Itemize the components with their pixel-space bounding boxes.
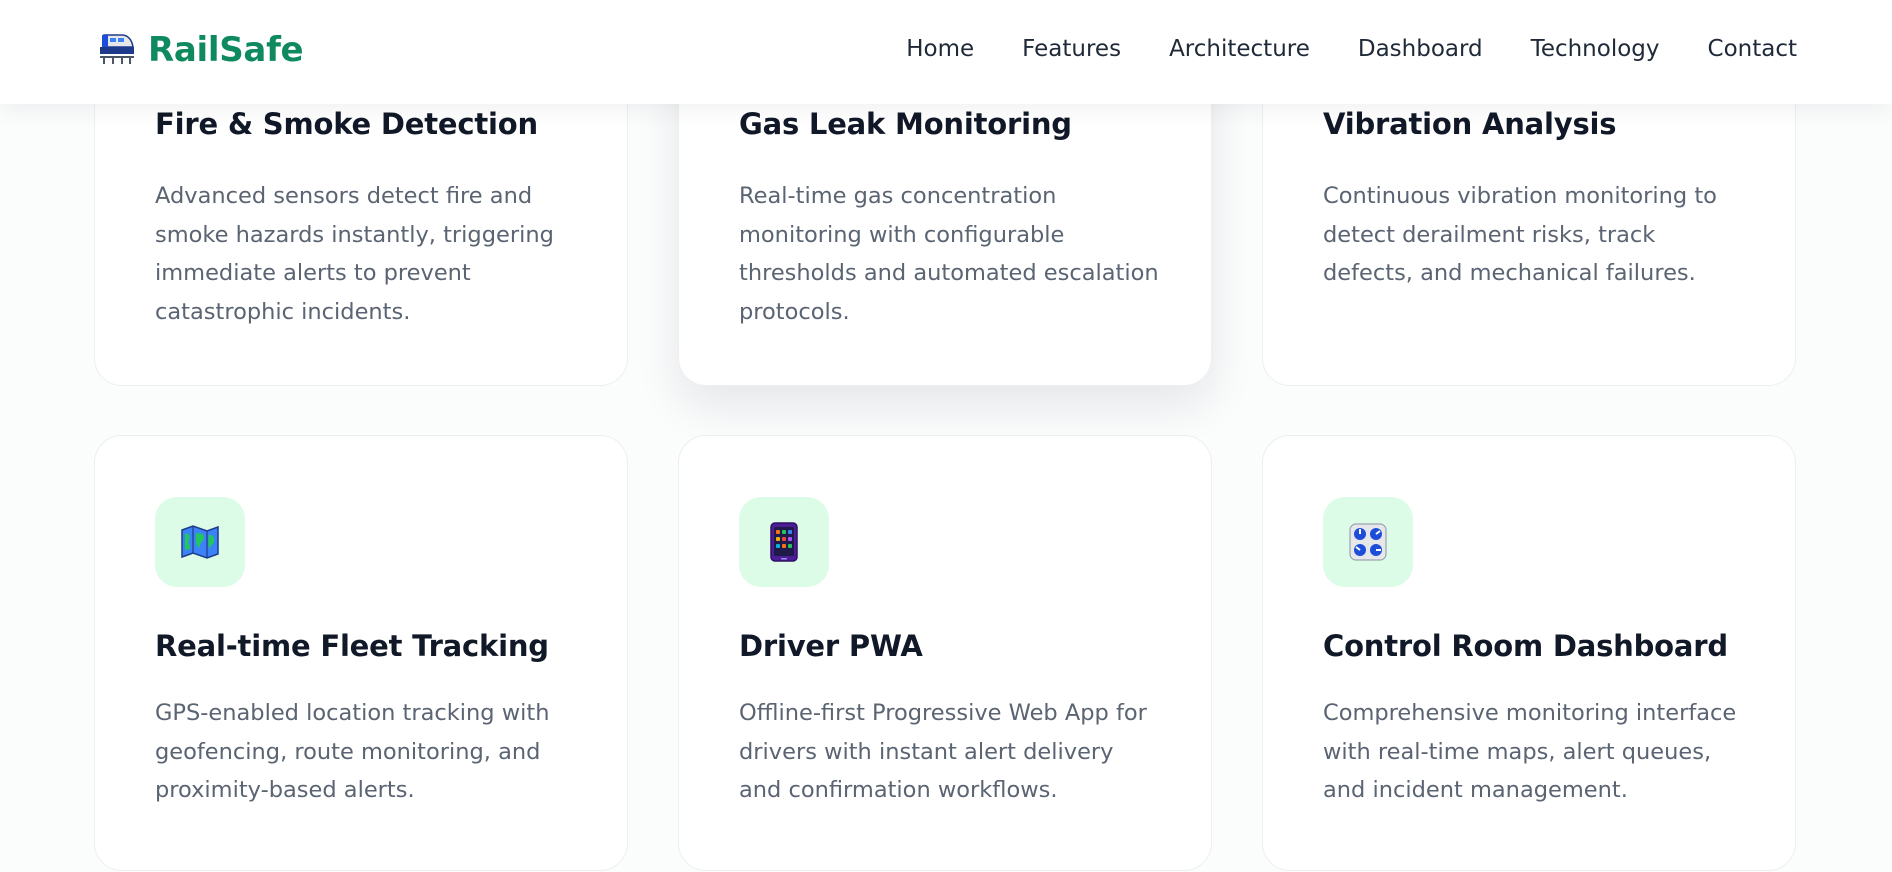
main-nav: Home Features Architecture Dashboard Tec… [906, 36, 1797, 62]
nav-link-home[interactable]: Home [906, 36, 974, 62]
feature-title: Control Room Dashboard [1323, 629, 1728, 663]
features-grid: Fire & Smoke Detection Advanced sensors … [0, 0, 1892, 872]
feature-card-fleet-tracking: Real-time Fleet Tracking GPS-enabled loc… [94, 435, 628, 871]
control-knobs-icon [1323, 497, 1413, 587]
feature-description: Continuous vibration monitoring to detec… [1323, 183, 1717, 286]
feature-description: Offline-first Progressive Web App for dr… [739, 700, 1147, 803]
feature-card-control-room: Control Room Dashboard Comprehensive mon… [1262, 435, 1796, 871]
feature-title: Real-time Fleet Tracking [155, 629, 549, 663]
nav-link-features[interactable]: Features [1022, 36, 1121, 62]
feature-description: Comprehensive monitoring interface with … [1323, 700, 1737, 803]
train-icon [98, 31, 136, 69]
feature-description: GPS-enabled location tracking with geofe… [155, 700, 550, 803]
feature-title: Vibration Analysis [1323, 107, 1617, 141]
feature-title: Driver PWA [739, 629, 923, 663]
feature-title: Fire & Smoke Detection [155, 107, 538, 141]
map-icon [155, 497, 245, 587]
brand-logo-link[interactable]: RailSafe [98, 30, 304, 70]
mobile-app-icon [739, 497, 829, 587]
feature-description: Advanced sensors detect fire and smoke h… [155, 183, 554, 325]
nav-link-dashboard[interactable]: Dashboard [1358, 36, 1483, 62]
feature-title: Gas Leak Monitoring [739, 107, 1072, 141]
nav-link-technology[interactable]: Technology [1531, 36, 1660, 62]
nav-link-architecture[interactable]: Architecture [1169, 36, 1310, 62]
top-navbar: RailSafe Home Features Architecture Dash… [0, 0, 1892, 104]
nav-link-contact[interactable]: Contact [1708, 36, 1797, 62]
brand-name: RailSafe [148, 30, 304, 70]
feature-description: Real-time gas concentration monitoring w… [739, 183, 1159, 325]
feature-card-driver-pwa: Driver PWA Offline-first Progressive Web… [678, 435, 1212, 871]
